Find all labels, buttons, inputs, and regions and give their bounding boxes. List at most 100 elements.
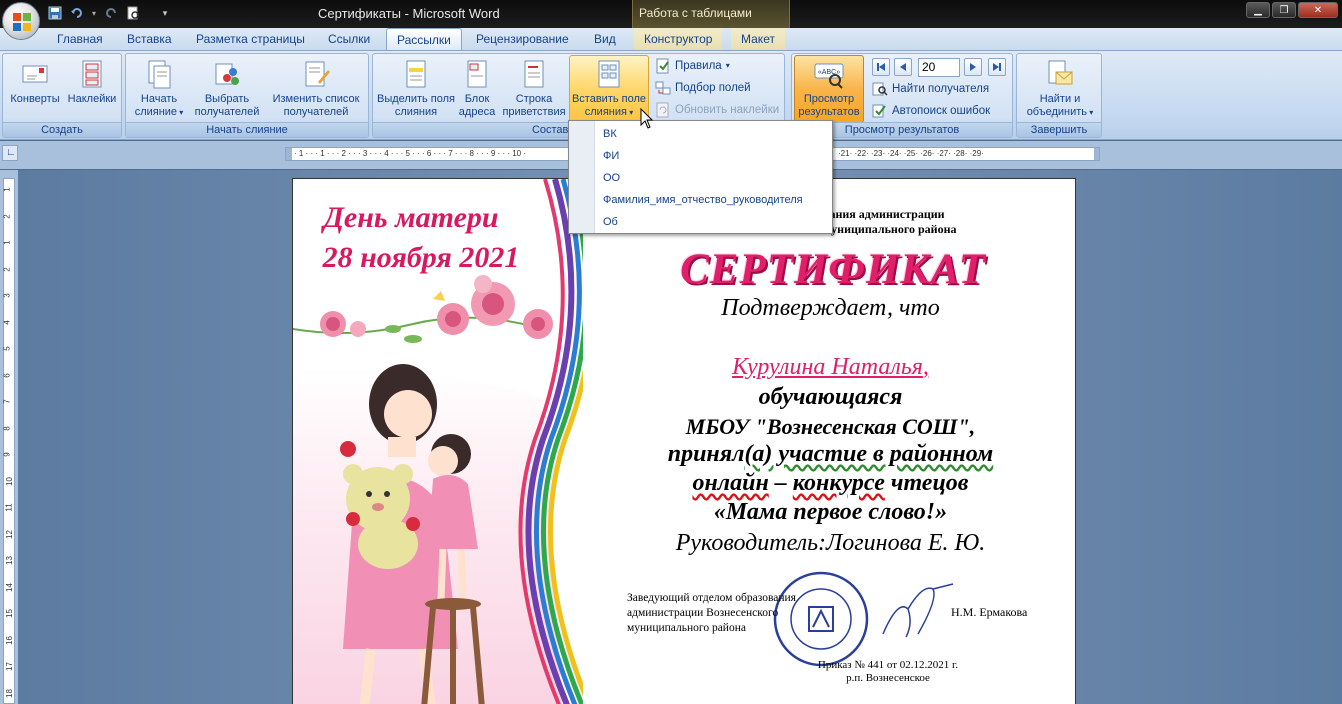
vruler-tick-label: 6 bbox=[2, 372, 12, 378]
menu-item-field[interactable]: ВК bbox=[603, 124, 617, 144]
next-record-icon bbox=[970, 63, 976, 71]
recipients-icon bbox=[215, 63, 239, 85]
match-fields-button[interactable]: Подбор полей bbox=[655, 78, 751, 98]
tab-view[interactable]: Вид bbox=[584, 28, 626, 50]
tab-selector[interactable]: ∟ bbox=[2, 145, 18, 161]
minimize-icon[interactable]: ▁ bbox=[1246, 2, 1270, 18]
finish-merge-icon bbox=[1048, 60, 1073, 85]
vruler-tick-label: 3 bbox=[2, 293, 12, 298]
rules-icon bbox=[656, 58, 669, 74]
first-record-button[interactable] bbox=[872, 58, 890, 76]
participation-line: принял(а) участие в районном bbox=[667, 441, 994, 467]
edit-recipient-list-button[interactable]: Изменить список получателей bbox=[266, 56, 366, 122]
rules-button[interactable]: Правила ▾ bbox=[655, 56, 730, 76]
tab-home[interactable]: Главная bbox=[47, 28, 113, 50]
vruler-tick-label: 10 bbox=[4, 476, 14, 486]
menu-item-field[interactable]: ОО bbox=[603, 168, 620, 188]
menu-item-field[interactable]: ФИ bbox=[603, 146, 619, 166]
finish-merge-button[interactable]: Найти и объединить ▾ bbox=[1019, 56, 1101, 122]
theme-line: «Мама первое слово!» bbox=[713, 499, 948, 525]
group-label-start-merge: Начать слияние bbox=[126, 122, 368, 137]
title-bar: ▾ ▾ Сертификаты - Microsoft Word Работа … bbox=[0, 0, 1342, 28]
banner-line-2: 28 ноября 2021 bbox=[322, 241, 520, 274]
office-button[interactable] bbox=[2, 2, 40, 40]
labels-button[interactable]: Наклейки bbox=[63, 56, 121, 122]
document-page[interactable]: День матери 28 ноября 2021 вания админис… bbox=[292, 178, 1076, 704]
update-labels-button[interactable]: Обновить наклейки bbox=[655, 100, 779, 120]
preview-results-icon: «ABC» bbox=[814, 63, 844, 89]
insert-merge-field-menu: ВК ФИ ОО Фамилия_имя_отчество_руководите… bbox=[568, 120, 833, 234]
greeting-line-button[interactable]: Строка приветствия bbox=[499, 56, 569, 122]
undo-icon[interactable] bbox=[68, 5, 86, 21]
window-controls: ▁ ❐ ✕ bbox=[1246, 2, 1338, 18]
contest-line: онлайн – конкурсе чтецов bbox=[692, 470, 969, 496]
vruler-tick-label: 9 bbox=[2, 452, 12, 457]
vruler-tick-label: 12 bbox=[4, 529, 14, 539]
find-recipient-icon bbox=[872, 82, 888, 96]
last-record-button[interactable] bbox=[988, 58, 1006, 76]
match-fields-icon bbox=[655, 81, 671, 95]
signature bbox=[882, 583, 954, 638]
edit-list-icon bbox=[305, 61, 330, 87]
tab-mailings[interactable]: Рассылки bbox=[386, 28, 462, 51]
window-title: Сертификаты - Microsoft Word bbox=[318, 6, 500, 21]
insert-merge-field-button[interactable]: Вставить поле слияния ▾ bbox=[569, 55, 649, 123]
redo-icon[interactable] bbox=[102, 5, 120, 21]
restore-icon[interactable]: ❐ bbox=[1272, 2, 1296, 18]
highlight-fields-icon bbox=[406, 60, 426, 88]
group-create: Конверты Наклейки Создать bbox=[2, 53, 122, 138]
ruler-margin-left bbox=[286, 148, 292, 160]
ribbon-tabs: Главная Вставка Разметка страницы Ссылки… bbox=[0, 28, 1342, 51]
next-record-button[interactable] bbox=[964, 58, 982, 76]
ruler-margin-right bbox=[1094, 148, 1099, 160]
tab-page-layout[interactable]: Разметка страницы bbox=[186, 28, 315, 50]
close-icon[interactable]: ✕ bbox=[1298, 2, 1338, 18]
school-line: МБОУ "Вознесенская СОШ", bbox=[685, 414, 976, 439]
auto-check-errors-button[interactable]: Автопоиск ошибок bbox=[872, 101, 990, 121]
menu-item-field[interactable]: Об bbox=[603, 212, 618, 232]
tab-references[interactable]: Ссылки bbox=[318, 28, 380, 50]
select-recipients-button[interactable]: Выбрать получателей ▾ bbox=[192, 56, 262, 130]
tab-design[interactable]: Конструктор bbox=[634, 28, 723, 50]
first-record-icon bbox=[877, 63, 885, 71]
order-info: Приказ № 441 от 02.12.2021 г. р.п. Возне… bbox=[817, 659, 959, 684]
preview-results-button[interactable]: «ABC» Просмотр результатов bbox=[794, 55, 864, 123]
save-icon[interactable] bbox=[46, 5, 64, 21]
start-merge-button[interactable]: Начать слияние ▾ bbox=[130, 56, 188, 122]
student-line: обучающаяся bbox=[758, 384, 903, 410]
office-logo-icon bbox=[13, 13, 31, 31]
vruler-tick-label: 5 bbox=[2, 346, 12, 351]
undo-dropdown-icon[interactable]: ▾ bbox=[90, 5, 98, 21]
document-area[interactable]: День матери 28 ноября 2021 вания админис… bbox=[18, 170, 1342, 704]
envelope-icon bbox=[22, 65, 48, 83]
print-preview-icon[interactable] bbox=[124, 5, 142, 21]
find-recipient-button[interactable]: Найти получателя bbox=[872, 79, 989, 99]
head-of-department-label: Заведующий отделом образования администр… bbox=[627, 592, 796, 634]
menu-gutter bbox=[569, 121, 595, 233]
word-window: ▾ ▾ Сертификаты - Microsoft Word Работа … bbox=[0, 0, 1342, 704]
group-label-finish: Завершить bbox=[1017, 122, 1101, 137]
record-number-input[interactable]: 20 bbox=[918, 58, 960, 77]
vruler-tick-label: 4 bbox=[2, 319, 12, 325]
vruler-tick-label: 17 bbox=[4, 662, 14, 671]
tab-review[interactable]: Рецензирование bbox=[466, 28, 579, 50]
previous-record-icon bbox=[900, 63, 906, 71]
tab-insert[interactable]: Вставка bbox=[117, 28, 182, 50]
customize-qat-icon[interactable]: ▾ bbox=[156, 5, 174, 21]
labels-icon bbox=[82, 60, 102, 88]
recipient-name: Курулина Наталья, bbox=[732, 354, 929, 380]
vruler-tick-label: 1 bbox=[2, 187, 12, 192]
highlight-merge-fields-button[interactable]: Выделить поля слияния bbox=[377, 56, 455, 122]
tab-layout[interactable]: Макет bbox=[731, 28, 785, 50]
last-record-icon bbox=[993, 63, 1001, 71]
insert-field-icon bbox=[598, 60, 620, 88]
mothers-day-illustration: День матери 28 ноября 2021 bbox=[293, 179, 583, 704]
menu-item-field[interactable]: Фамилия_имя_отчество_руководителя bbox=[603, 190, 803, 210]
envelopes-button[interactable]: Конверты bbox=[5, 56, 65, 122]
vertical-ruler[interactable]: 1212345678910111213141516171819 bbox=[0, 170, 18, 704]
update-labels-icon bbox=[656, 102, 669, 118]
vruler-tick-label: 15 bbox=[4, 609, 14, 618]
context-tab-title: Работа с таблицами bbox=[632, 0, 790, 28]
address-block-button[interactable]: Блок адреса bbox=[457, 56, 497, 122]
previous-record-button[interactable] bbox=[894, 58, 912, 76]
